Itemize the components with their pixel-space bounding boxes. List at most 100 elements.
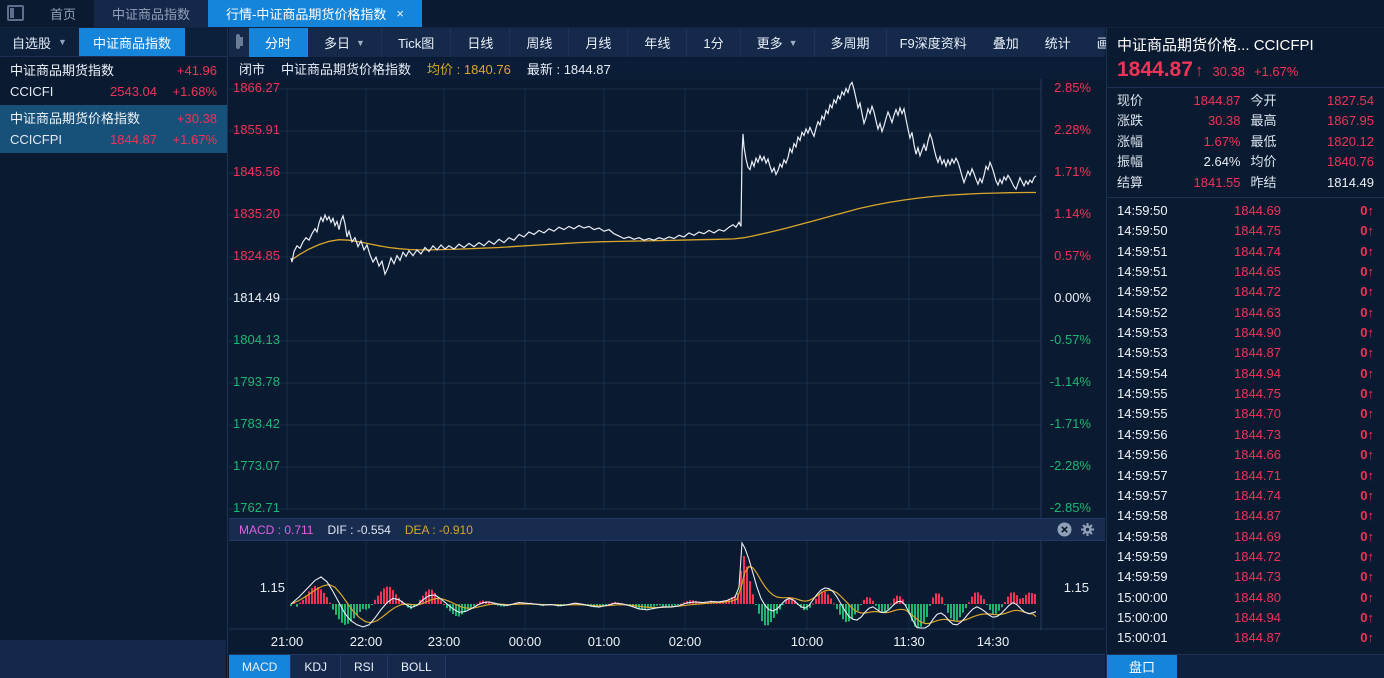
instrument-name: 中证商品期货价格指数 [281, 59, 411, 78]
up-arrow-icon: ↑ [1368, 447, 1375, 462]
watchlist-items: 中证商品期货指数+41.96CCICFI2543.04+1.68%中证商品期货价… [0, 57, 227, 153]
trade-price: 1844.73 [1181, 567, 1281, 587]
period-tab[interactable]: 周线 [510, 28, 569, 57]
price-change: 30.38 [1212, 64, 1245, 79]
indicator-tab[interactable]: BOLL [388, 655, 446, 678]
up-arrow-icon: ↑ [1368, 508, 1375, 523]
period-tab[interactable]: 日线 [451, 28, 510, 57]
period-tab-label: 月线 [585, 33, 611, 52]
up-arrow-icon: ↑ [1368, 549, 1375, 564]
trade-time: 14:59:57 [1117, 466, 1181, 486]
period-tab[interactable]: 年线 [628, 28, 687, 57]
trade-price: 1844.74 [1181, 486, 1281, 506]
up-arrow-icon: ↑ [1368, 529, 1375, 544]
y-axis-pct-tick: -0.57% [1050, 332, 1091, 347]
trade-volume-value: 0 [1360, 610, 1367, 625]
watchlist-item-row: 中证商品期货价格指数+30.38 [10, 108, 217, 129]
indicator-tab[interactable]: KDJ [291, 655, 341, 678]
up-arrow-icon: ↑ [1368, 264, 1375, 279]
macd-indicator-chart[interactable]: 1.151.15 [229, 541, 1105, 630]
chart-area: 分时多日▼Tick图日线周线月线年线1分更多▼多周期 F9深度资料叠加统计画线 … [229, 28, 1105, 678]
period-tab[interactable]: 更多▼ [741, 28, 815, 57]
quote-title: 中证商品期货价格... CCICFPI [1117, 34, 1374, 55]
indicator-tab[interactable]: MACD [229, 655, 291, 678]
trade-price: 1844.80 [1181, 588, 1281, 608]
trade-time: 14:59:56 [1117, 445, 1181, 465]
trade-price: 1844.71 [1181, 466, 1281, 486]
time-and-sales-list[interactable]: 14:59:501844.690↑14:59:501844.750↑14:59:… [1107, 198, 1384, 654]
watchlist-group-select[interactable]: 自选股 ▼ [0, 28, 79, 56]
watchlist-panel: 自选股 ▼ 中证商品指数 中证商品期货指数+41.96CCICFI2543.04… [0, 28, 228, 678]
top-tab[interactable]: 中证商品指数 [94, 0, 208, 27]
period-tab[interactable]: 多日▼ [308, 28, 382, 57]
y-axis-pct-tick: 1.71% [1054, 164, 1091, 179]
y-axis-tick: 1762.71 [233, 500, 280, 515]
close-tab-icon[interactable]: × [396, 6, 404, 21]
quote-field-value: 1820.12 [1299, 132, 1375, 152]
x-axis-tick: 01:00 [588, 634, 621, 649]
trade-volume: 0↑ [1360, 242, 1374, 262]
up-arrow-icon: ↑ [1195, 61, 1204, 81]
trade-volume: 0↑ [1360, 588, 1374, 608]
chart-tool-button[interactable]: 统计 [1032, 28, 1084, 57]
y-axis-tick: 1855.91 [233, 122, 280, 137]
sidebar-toggle-icon[interactable] [7, 5, 24, 21]
macd-readout: MACD : 0.711 [239, 523, 313, 537]
y-axis-pct-tick: 0.00% [1054, 290, 1091, 305]
y-axis-tick: 1824.85 [233, 248, 280, 263]
order-book-tab[interactable]: 盘口 [1107, 655, 1177, 678]
trade-volume: 0↑ [1360, 445, 1374, 465]
top-tab[interactable]: 行情-中证商品期货价格指数× [208, 0, 422, 27]
up-arrow-icon: ↑ [1368, 427, 1375, 442]
x-axis-tick: 14:30 [977, 634, 1010, 649]
watchlist-tab-index[interactable]: 中证商品指数 [79, 28, 185, 56]
average-price-line [291, 193, 1036, 261]
collapse-left-panel-icon[interactable] [236, 34, 240, 49]
trade-volume-value: 0 [1360, 508, 1367, 523]
indicator-settings-gear-icon[interactable] [1080, 522, 1095, 537]
y-axis-pct-tick: -2.85% [1050, 500, 1091, 515]
period-tab[interactable]: Tick图 [382, 28, 451, 57]
trade-volume-value: 0 [1360, 488, 1367, 503]
trade-price: 1844.90 [1181, 323, 1281, 343]
up-arrow-icon: ↑ [1368, 610, 1375, 625]
period-tab[interactable]: 多周期 [815, 28, 887, 57]
top-tab[interactable]: 首页 [32, 0, 94, 27]
period-tab[interactable]: 月线 [569, 28, 628, 57]
trade-time: 14:59:57 [1117, 486, 1181, 506]
watchlist-item[interactable]: 中证商品期货指数+41.96CCICFI2543.04+1.68% [0, 57, 227, 105]
period-tab[interactable]: 分时 [249, 28, 308, 57]
y-axis-pct-tick: -1.14% [1050, 374, 1091, 389]
intraday-price-chart[interactable]: 1866.271855.911845.561835.201824.851814.… [229, 79, 1105, 518]
macd-header-icons [1057, 522, 1095, 537]
trade-price: 1844.69 [1181, 201, 1281, 221]
indicator-tab[interactable]: RSI [341, 655, 388, 678]
y-axis-tick: 1835.20 [233, 206, 280, 221]
quote-field-label: 今开 [1251, 91, 1289, 111]
quote-field-label: 振幅 [1117, 152, 1155, 172]
y-axis-pct-tick: 1.14% [1054, 206, 1091, 221]
trade-time: 14:59:51 [1117, 242, 1181, 262]
macd-y-tick: 1.15 [239, 580, 285, 595]
tape-row: 14:59:581844.690↑ [1117, 527, 1374, 547]
quote-field-value: 1867.95 [1299, 111, 1375, 131]
up-arrow-icon: ↑ [1368, 366, 1375, 381]
trade-volume-value: 0 [1360, 264, 1367, 279]
trade-price: 1844.65 [1181, 262, 1281, 282]
trade-volume: 0↑ [1360, 282, 1374, 302]
chart-tool-button[interactable]: F9深度资料 [887, 28, 980, 57]
trade-volume: 0↑ [1360, 547, 1374, 567]
period-tab[interactable]: 1分 [687, 28, 740, 57]
tape-row: 14:59:591844.720↑ [1117, 547, 1374, 567]
watchlist-item[interactable]: 中证商品期货价格指数+30.38CCICFPI1844.87+1.67% [0, 105, 227, 153]
trade-volume: 0↑ [1360, 384, 1374, 404]
trade-volume-value: 0 [1360, 590, 1367, 605]
trade-time: 14:59:59 [1117, 567, 1181, 587]
trade-volume: 0↑ [1360, 262, 1374, 282]
close-indicator-icon[interactable] [1057, 522, 1072, 537]
up-arrow-icon: ↑ [1368, 223, 1375, 238]
trade-price: 1844.87 [1181, 343, 1281, 363]
trade-volume: 0↑ [1360, 506, 1374, 526]
chart-tool-button[interactable]: 叠加 [980, 28, 1032, 57]
tape-row: 14:59:561844.660↑ [1117, 445, 1374, 465]
